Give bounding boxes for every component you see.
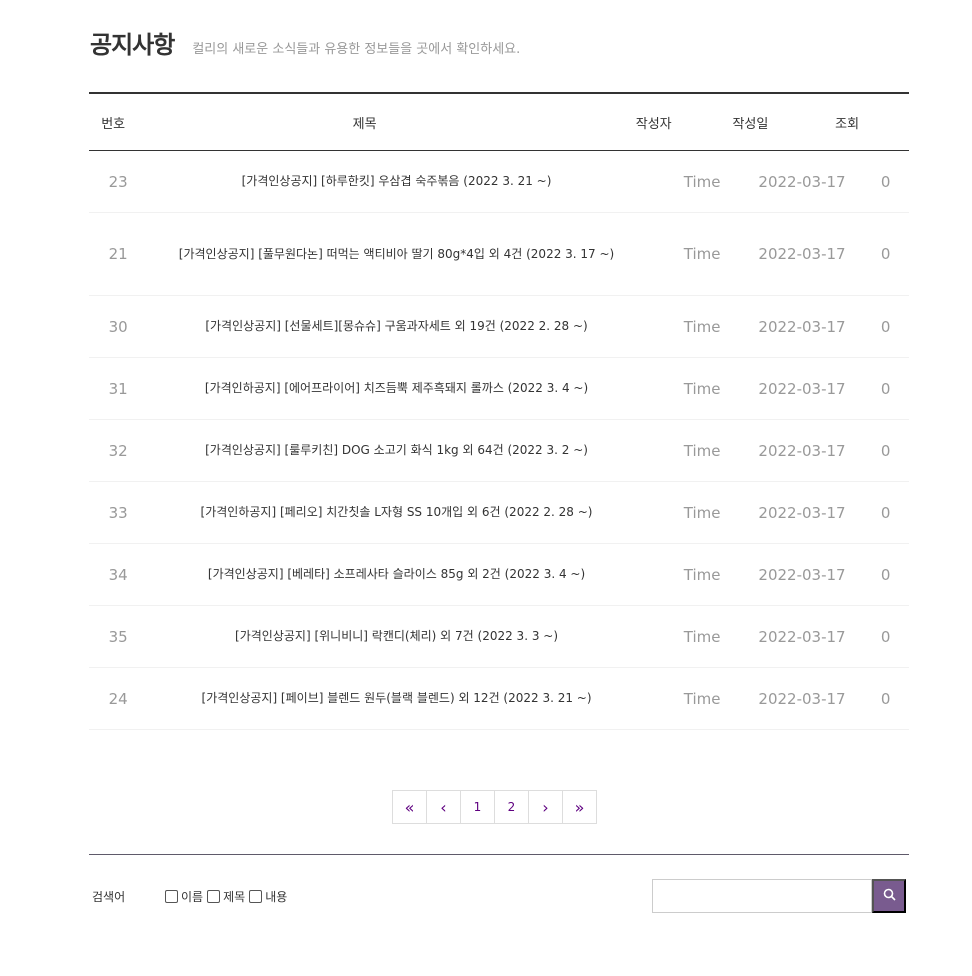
row-number: 21 <box>108 245 128 263</box>
search-option-title[interactable]: 제목 <box>207 888 245 905</box>
row-writer: Time <box>683 172 721 191</box>
row-writer: Time <box>683 565 721 584</box>
row-title-link[interactable]: [가격인상공지] [위니비니] 락캔디(체리) 외 7건 (2022 3. 3 … <box>147 626 646 647</box>
column-header-writer: 작성자 <box>635 116 672 132</box>
row-views: 0 <box>880 317 891 336</box>
column-header-views: 조회 <box>835 116 860 132</box>
row-date: 2022-03-17 <box>758 172 846 191</box>
page-1-button[interactable]: 1 <box>460 790 495 824</box>
search-input[interactable] <box>652 879 872 913</box>
row-views: 0 <box>880 627 891 646</box>
row-title-link[interactable]: [가격인상공지] [룰루키친] DOG 소고기 화식 1kg 외 64건 (20… <box>147 440 646 461</box>
row-title-link[interactable]: [가격인상공지] [풀무원다논] 떠먹는 액티비아 딸기 80g*4입 외 4건… <box>147 244 646 265</box>
search-options: 이름 제목 내용 <box>165 888 291 905</box>
table-row[interactable]: 35 [가격인상공지] [위니비니] 락캔디(체리) 외 7건 (2022 3.… <box>89 606 909 668</box>
row-views: 0 <box>880 503 891 522</box>
table-row[interactable]: 31 [가격인하공지] [에어프라이어] 치즈듬뿍 제주흑돼지 롤까스 (202… <box>89 358 909 420</box>
row-number: 32 <box>108 441 128 460</box>
row-views: 0 <box>880 245 891 263</box>
row-number: 33 <box>108 503 128 522</box>
column-header-no: 번호 <box>101 116 126 132</box>
row-date: 2022-03-17 <box>758 565 846 584</box>
table-row[interactable]: 30 [가격인상공지] [선물세트][몽슈슈] 구움과자세트 외 19건 (20… <box>89 296 909 358</box>
row-date: 2022-03-17 <box>758 503 846 522</box>
row-title-link[interactable]: [가격인상공지] [페이브] 블렌드 원두(블랙 블렌드) 외 12건 (202… <box>147 688 646 709</box>
search-icon <box>883 888 896 904</box>
search-option-content[interactable]: 내용 <box>249 888 287 905</box>
search-option-label: 내용 <box>265 890 288 904</box>
next-page-button[interactable]: › <box>528 790 563 824</box>
search-button[interactable] <box>872 879 906 913</box>
table-row[interactable]: 33 [가격인하공지] [페리오] 치간칫솔 L자형 SS 10개입 외 6건 … <box>89 482 909 544</box>
row-number: 35 <box>108 627 128 646</box>
column-header-title: 제목 <box>352 116 377 132</box>
page-subtitle: 컬리의 새로운 소식들과 유용한 정보들을 곳에서 확인하세요. <box>192 42 521 57</box>
row-number: 34 <box>108 565 128 584</box>
row-writer: Time <box>683 379 721 398</box>
row-views: 0 <box>880 379 891 398</box>
pagination: « ‹ 1 2 › » <box>392 790 597 824</box>
row-title-link[interactable]: [가격인하공지] [에어프라이어] 치즈듬뿍 제주흑돼지 롤까스 (2022 3… <box>147 378 646 399</box>
first-page-button[interactable]: « <box>392 790 427 824</box>
row-views: 0 <box>880 172 891 191</box>
row-date: 2022-03-17 <box>758 245 846 263</box>
table-row[interactable]: 24 [가격인상공지] [페이브] 블렌드 원두(블랙 블렌드) 외 12건 (… <box>89 668 909 730</box>
search-option-label: 이름 <box>181 890 204 904</box>
page-2-button[interactable]: 2 <box>494 790 529 824</box>
row-number: 30 <box>108 317 128 336</box>
table-row[interactable]: 21 [가격인상공지] [풀무원다논] 떠먹는 액티비아 딸기 80g*4입 외… <box>89 213 909 296</box>
column-header-date: 작성일 <box>732 116 769 132</box>
prev-page-button[interactable]: ‹ <box>426 790 461 824</box>
row-date: 2022-03-17 <box>758 689 846 708</box>
row-writer: Time <box>683 503 721 522</box>
row-writer: Time <box>683 441 721 460</box>
row-number: 23 <box>108 172 128 191</box>
row-number: 24 <box>108 689 128 708</box>
row-date: 2022-03-17 <box>758 441 846 460</box>
table-row[interactable]: 32 [가격인상공지] [룰루키친] DOG 소고기 화식 1kg 외 64건 … <box>89 420 909 482</box>
row-date: 2022-03-17 <box>758 627 846 646</box>
search-label: 검색어 <box>92 890 126 904</box>
row-writer: Time <box>683 245 721 263</box>
row-number: 31 <box>108 379 128 398</box>
checkbox-title[interactable] <box>207 890 221 903</box>
page-title: 공지사항 <box>90 31 175 59</box>
row-date: 2022-03-17 <box>758 379 846 398</box>
notice-board: 번호 제목 작성자 작성일 조회 23 [가격인상공지] [하루한킷] 우삼겹 … <box>89 92 909 730</box>
row-views: 0 <box>880 565 891 584</box>
row-writer: Time <box>683 317 721 336</box>
row-title-link[interactable]: [가격인상공지] [선물세트][몽슈슈] 구움과자세트 외 19건 (2022 … <box>147 316 646 337</box>
row-title-link[interactable]: [가격인상공지] [하루한킷] 우삼겹 숙주볶음 (2022 3. 21 ~) <box>147 171 646 192</box>
row-views: 0 <box>880 689 891 708</box>
row-title-link[interactable]: [가격인하공지] [페리오] 치간칫솔 L자형 SS 10개입 외 6건 (20… <box>147 502 646 523</box>
row-writer: Time <box>683 627 721 646</box>
checkbox-name[interactable] <box>165 890 178 903</box>
table-header: 번호 제목 작성자 작성일 조회 <box>89 92 909 151</box>
row-writer: Time <box>683 689 721 708</box>
row-date: 2022-03-17 <box>758 317 846 336</box>
table-row[interactable]: 34 [가격인상공지] [베레타] 소프레사타 슬라이스 85g 외 2건 (2… <box>89 544 909 606</box>
row-title-link[interactable]: [가격인상공지] [베레타] 소프레사타 슬라이스 85g 외 2건 (2022… <box>147 564 646 585</box>
search-area: 검색어 이름 제목 내용 <box>89 854 909 934</box>
row-views: 0 <box>880 441 891 460</box>
last-page-button[interactable]: » <box>562 790 597 824</box>
table-row[interactable]: 23 [가격인상공지] [하루한킷] 우삼겹 숙주볶음 (2022 3. 21 … <box>89 151 909 213</box>
search-option-name[interactable]: 이름 <box>165 888 203 905</box>
checkbox-content[interactable] <box>249 890 263 903</box>
search-option-label: 제목 <box>223 890 246 904</box>
page-header: 공지사항 컬리의 새로운 소식들과 유용한 정보들을 곳에서 확인하세요. <box>90 25 520 60</box>
